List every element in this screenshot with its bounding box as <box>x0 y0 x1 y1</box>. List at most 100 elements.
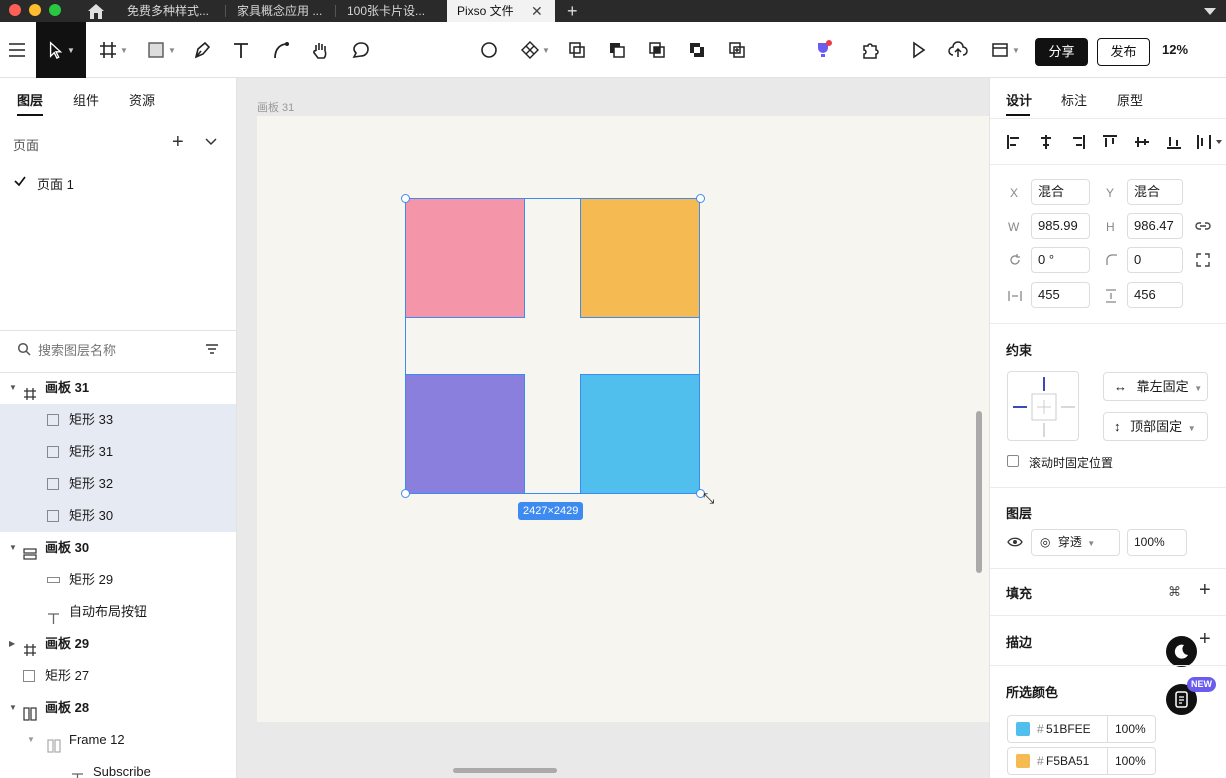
tab-design[interactable]: 设计 <box>1006 90 1032 109</box>
x-input[interactable]: 混合 <box>1031 179 1090 205</box>
pen-tool-button[interactable] <box>182 22 222 78</box>
minimize-window-button[interactable] <box>29 4 41 16</box>
close-window-button[interactable] <box>9 4 21 16</box>
align-center-v-icon[interactable] <box>1134 134 1150 150</box>
add-stroke-icon[interactable]: + <box>1199 629 1211 649</box>
horizontal-scrollbar[interactable] <box>453 768 557 773</box>
home-icon[interactable] <box>86 2 106 20</box>
blend-mode-select[interactable]: ◎ 穿透 ▼ <box>1031 529 1120 556</box>
chevron-down-icon[interactable]: ▼ <box>27 724 35 756</box>
add-page-icon[interactable]: + <box>172 132 184 152</box>
comment-tool-button[interactable] <box>341 22 381 78</box>
horizontal-spacing-input[interactable]: 455 <box>1031 282 1090 308</box>
tab-1[interactable]: 免费多种样式... <box>117 0 222 22</box>
move-tool-button[interactable]: ▼ <box>36 22 86 78</box>
page-item-1[interactable]: 页面 1 <box>37 174 74 193</box>
flatten-button[interactable] <box>717 22 757 78</box>
close-tab-icon[interactable]: ✕ <box>531 0 543 22</box>
plugins-button[interactable] <box>851 22 891 78</box>
fixed-scroll-checkbox[interactable] <box>1007 455 1019 467</box>
layer-row[interactable]: 矩形 29 <box>0 564 236 596</box>
tab-assets[interactable]: 资源 <box>129 90 155 109</box>
chevron-down-icon[interactable]: ▼ <box>9 372 17 404</box>
layer-search-input[interactable] <box>38 340 188 360</box>
align-bottom-icon[interactable] <box>1166 134 1182 150</box>
layer-row[interactable]: 矩形 27 <box>0 660 236 692</box>
align-left-icon[interactable] <box>1006 134 1022 150</box>
layer-row[interactable]: ▼ Frame 12 <box>0 724 236 756</box>
horizontal-constraint-select[interactable]: ↔ 靠左固定 ▼ <box>1103 372 1208 401</box>
color-swatch[interactable] <box>1016 754 1030 768</box>
chevron-down-icon[interactable] <box>1203 4 1217 18</box>
layer-row[interactable]: Subscribe <box>0 756 236 778</box>
vertical-spacing-input[interactable]: 456 <box>1127 282 1183 308</box>
artboard-label[interactable]: 画板 31 <box>257 99 294 115</box>
dark-mode-button[interactable] <box>1166 636 1197 667</box>
shape-tool-button[interactable]: ▼ <box>138 22 184 78</box>
height-input[interactable]: 986.47 <box>1127 213 1183 239</box>
publish-button[interactable]: 发布 <box>1097 38 1150 66</box>
frame-tool-button[interactable]: ▼ <box>90 22 136 78</box>
upload-button[interactable] <box>938 22 978 78</box>
corner-radius-input[interactable]: 0 <box>1127 247 1183 273</box>
color-row[interactable]: # F5BA51 100% <box>1007 747 1156 775</box>
resize-handle-top-left[interactable] <box>401 194 410 203</box>
chevron-right-icon[interactable]: ▶ <box>9 628 15 660</box>
color-swatch[interactable] <box>1016 722 1030 736</box>
filter-icon[interactable] <box>205 343 219 355</box>
ellipse-button[interactable] <box>469 22 509 78</box>
vertical-scrollbar[interactable] <box>976 411 982 573</box>
trophy-button[interactable] <box>803 22 843 78</box>
styles-icon[interactable]: ⌘ <box>1168 584 1181 600</box>
eye-icon[interactable] <box>1007 536 1023 548</box>
zoom-level[interactable]: 12% <box>1162 22 1188 78</box>
y-input[interactable]: 混合 <box>1127 179 1183 205</box>
width-input[interactable]: 985.99 <box>1031 213 1090 239</box>
independent-corners-icon[interactable] <box>1196 253 1210 267</box>
layer-row[interactable]: 自动布局按钮 <box>0 596 236 628</box>
align-top-icon[interactable] <box>1102 134 1118 150</box>
tab-components[interactable]: 组件 <box>73 90 99 109</box>
layer-row[interactable]: ▼ 画板 30 <box>0 532 236 564</box>
chevron-down-icon[interactable]: ▼ <box>9 692 17 724</box>
layer-row[interactable]: 矩形 31 <box>0 436 236 468</box>
tab-4-active[interactable]: Pixso 文件 ✕ <box>447 0 555 22</box>
resize-handle-top-right[interactable] <box>696 194 705 203</box>
align-center-h-icon[interactable] <box>1038 134 1054 150</box>
artboard[interactable]: ⤡ 2427×2429 <box>257 116 989 722</box>
chevron-down-icon[interactable]: ▼ <box>9 532 17 564</box>
boolean-exclude-button[interactable] <box>677 22 717 78</box>
boolean-subtract-button[interactable] <box>597 22 637 78</box>
rotation-input[interactable]: 0 ° <box>1031 247 1090 273</box>
layer-row[interactable]: ▼ 画板 31 <box>0 372 236 404</box>
boolean-intersect-button[interactable] <box>637 22 677 78</box>
constraint-widget[interactable] <box>1007 371 1079 441</box>
tab-layers[interactable]: 图层 <box>17 90 43 109</box>
menu-icon[interactable] <box>0 22 34 78</box>
component-button[interactable]: ▼ <box>512 22 558 78</box>
text-tool-button[interactable] <box>221 22 261 78</box>
design-canvas[interactable]: 画板 31 ⤡ 2427×2429 <box>237 78 989 778</box>
boolean-union-button[interactable] <box>557 22 597 78</box>
tab-annotate[interactable]: 标注 <box>1061 90 1087 109</box>
link-ratio-icon[interactable] <box>1195 219 1211 233</box>
new-tab-icon[interactable]: + <box>567 0 578 22</box>
layout-button[interactable]: ▼ <box>982 22 1028 78</box>
vertical-constraint-select[interactable]: ↕ 顶部固定 ▼ <box>1103 412 1208 441</box>
layer-row[interactable]: 矩形 30 <box>0 500 236 532</box>
resize-handle-bottom-left[interactable] <box>401 489 410 498</box>
layer-opacity-input[interactable]: 100% <box>1127 529 1187 556</box>
add-fill-icon[interactable]: + <box>1199 580 1211 600</box>
align-right-icon[interactable] <box>1070 134 1086 150</box>
layer-row[interactable]: 矩形 33 <box>0 404 236 436</box>
pencil-tool-button[interactable] <box>261 22 301 78</box>
maximize-window-button[interactable] <box>49 4 61 16</box>
play-button[interactable] <box>898 22 938 78</box>
tab-3[interactable]: 100张卡片设... <box>337 0 442 22</box>
color-row[interactable]: # 51BFEE 100% <box>1007 715 1156 743</box>
share-button[interactable]: 分享 <box>1035 38 1088 66</box>
layer-row[interactable]: ▼ 画板 28 <box>0 692 236 724</box>
chevron-down-icon[interactable] <box>204 135 218 149</box>
tab-prototype[interactable]: 原型 <box>1117 90 1143 109</box>
hand-tool-button[interactable] <box>300 22 340 78</box>
